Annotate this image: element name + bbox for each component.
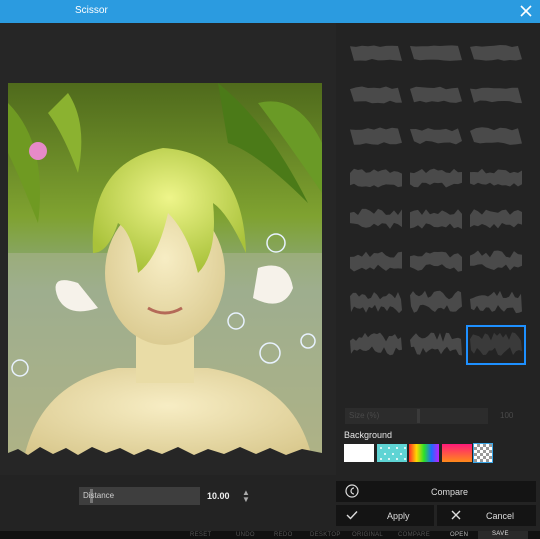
scissor-preset-8[interactable]	[410, 121, 462, 153]
scissor-preset-20[interactable]	[410, 287, 462, 319]
scissor-preset-10[interactable]	[350, 163, 402, 195]
swatch-white[interactable]	[344, 444, 374, 462]
swatch-teal-pattern[interactable]	[377, 444, 407, 462]
scissor-preset-21[interactable]	[470, 287, 522, 319]
scissor-preset-15[interactable]	[470, 204, 522, 236]
cancel-button[interactable]: Cancel	[437, 505, 536, 526]
scissor-preset-16[interactable]	[350, 246, 402, 278]
bottom-item-desktop[interactable]: DESKTOP	[310, 532, 341, 538]
scissor-preset-4[interactable]	[350, 80, 402, 112]
check-icon	[346, 511, 358, 520]
open-button[interactable]: OPEN	[450, 532, 468, 538]
distance-value: 10.00	[207, 491, 230, 501]
size-slider-knob	[417, 409, 420, 423]
distance-label: Distance	[83, 491, 115, 500]
distance-slider[interactable]: Distance 10.00 ▲ ▼	[79, 487, 255, 505]
apply-button[interactable]: Apply	[336, 505, 434, 526]
cancel-label: Cancel	[486, 511, 515, 521]
swatch-pink-orange[interactable]	[442, 444, 472, 462]
background-label: Background	[344, 430, 393, 440]
size-slider-value: 100	[500, 411, 514, 420]
scissor-preset-6[interactable]	[470, 80, 522, 112]
scissor-preset-22[interactable]	[350, 329, 402, 361]
preview-canvas	[0, 23, 336, 475]
scissor-preset-7[interactable]	[350, 121, 402, 153]
scissor-preset-2[interactable]	[410, 38, 462, 70]
bottom-item-redo[interactable]: REDO	[274, 532, 293, 538]
scissor-presets	[348, 38, 526, 374]
swatch-transparent[interactable]	[473, 443, 493, 463]
scissor-preset-23[interactable]	[410, 329, 462, 361]
save-button[interactable]: SAVE	[478, 531, 528, 539]
close-icon[interactable]	[518, 3, 534, 19]
preview-photo	[8, 83, 322, 463]
scissor-preset-13[interactable]	[350, 204, 402, 236]
title-bar: Scissor	[0, 0, 540, 23]
scissor-preset-19[interactable]	[350, 287, 402, 319]
scissor-preset-11[interactable]	[410, 163, 462, 195]
scissor-preset-14[interactable]	[410, 204, 462, 236]
swatch-rainbow[interactable]	[409, 444, 439, 462]
scissor-preset-5[interactable]	[410, 80, 462, 112]
apply-label: Apply	[387, 511, 410, 521]
scissor-preset-3[interactable]	[470, 38, 522, 70]
bottom-toolbar: RESET UNDO REDO DESKTOP ORIGINAL COMPARE…	[0, 531, 540, 539]
scissor-preset-24[interactable]	[466, 324, 526, 365]
x-icon	[451, 510, 461, 520]
compare-button[interactable]: Compare	[336, 481, 536, 502]
window-title: Scissor	[75, 5, 108, 16]
compare-label: Compare	[431, 487, 469, 497]
compare-icon	[345, 484, 359, 498]
scissor-preset-9[interactable]	[470, 121, 522, 153]
bottom-item-compare[interactable]: COMPARE	[398, 532, 430, 538]
scissor-preset-12[interactable]	[470, 163, 522, 195]
size-slider-label: Size (%)	[349, 411, 380, 420]
bottom-item-undo[interactable]: UNDO	[236, 532, 255, 538]
scissor-preset-17[interactable]	[410, 246, 462, 278]
scissor-preset-18[interactable]	[470, 246, 522, 278]
size-slider: Size (%) 100	[345, 408, 530, 424]
bottom-item-reset[interactable]: RESET	[190, 532, 212, 538]
bottom-item-original[interactable]: ORIGINAL	[352, 532, 383, 538]
spinner-arrows-icon[interactable]: ▲ ▼	[242, 489, 250, 504]
scissor-preset-1[interactable]	[350, 38, 402, 70]
